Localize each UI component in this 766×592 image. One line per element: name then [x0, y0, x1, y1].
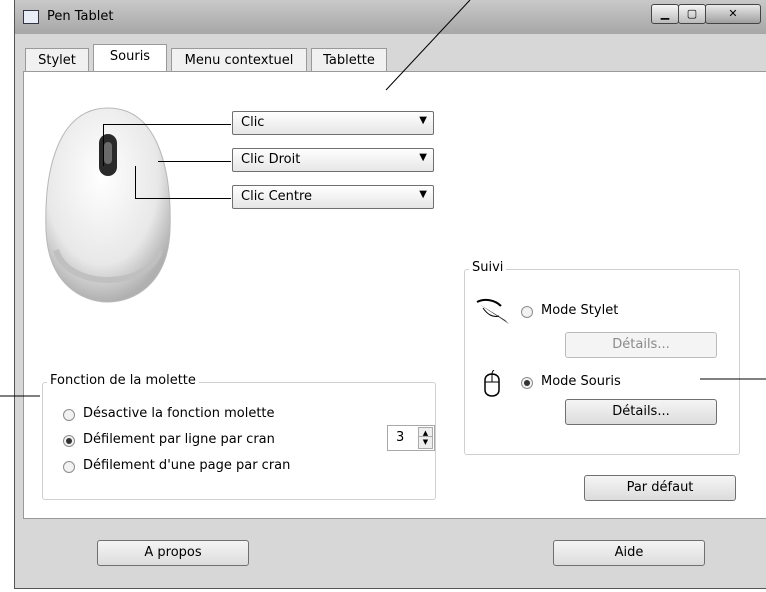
label-mouse-mode: Mode Souris [541, 374, 621, 389]
souris-tab-panel: Clic ▼ Clic Droit ▼ Clic Centre ▼ Fonction … [23, 71, 766, 519]
app-icon [23, 10, 39, 24]
about-button[interactable]: A propos [97, 540, 249, 566]
center-button-dropdown[interactable]: Clic Centre ▼ [232, 185, 434, 209]
default-button[interactable]: Par défaut [584, 475, 736, 501]
close-icon[interactable]: ✕ [705, 4, 761, 24]
chevron-down-icon: ▼ [419, 115, 427, 126]
mouse-illustration [45, 107, 171, 303]
chevron-down-icon: ▼ [419, 189, 427, 200]
pen-details-button[interactable]: Détails... [565, 332, 717, 358]
title-bar: Pen Tablet ▁ ▢ ✕ [15, 0, 766, 34]
tracking-group: Suivi Mode Stylet Détails... Mode Souris… [464, 260, 740, 455]
radio-line-scroll[interactable] [63, 435, 75, 447]
tab-souris[interactable]: Souris [93, 44, 167, 72]
label-page-scroll: Défilement d'une page par cran [83, 458, 291, 473]
label-disable-wheel: Désactive la fonction molette [83, 406, 275, 421]
minimize-icon[interactable]: ▁ [651, 4, 679, 24]
radio-disable-wheel[interactable] [63, 409, 75, 421]
label-pen-mode: Mode Stylet [541, 303, 619, 318]
lines-per-notch-value[interactable]: 3 [396, 430, 404, 445]
pen-tablet-window: Pen Tablet ▁ ▢ ✕ Stylet Souris Menu cont… [14, 0, 766, 589]
help-button[interactable]: Aide [553, 540, 705, 566]
pen-icon [476, 298, 509, 324]
wheel-function-group: Fonction de la molette Désactive la fonc… [42, 373, 436, 500]
label-line-scroll: Défilement par ligne par cran [83, 432, 275, 447]
connector-left-v [103, 124, 104, 166]
tab-tablette[interactable]: Tablette [311, 48, 387, 72]
radio-pen-mode[interactable] [521, 306, 533, 318]
tracking-legend: Suivi [469, 260, 507, 275]
connector-center-v [135, 166, 136, 199]
connector-left [103, 124, 231, 125]
wheel-function-legend: Fonction de la molette [47, 373, 199, 388]
left-button-dropdown[interactable]: Clic ▼ [232, 111, 434, 135]
chevron-down-icon: ▼ [419, 152, 427, 163]
mouse-details-button[interactable]: Détails... [565, 399, 717, 425]
right-button-dropdown[interactable]: Clic Droit ▼ [232, 148, 434, 172]
connector-center [135, 198, 231, 199]
lines-per-notch-spinner[interactable]: 3 ▲ ▼ [387, 425, 435, 451]
radio-page-scroll[interactable] [63, 461, 75, 473]
spin-down-icon[interactable]: ▼ [418, 436, 433, 449]
maximize-icon[interactable]: ▢ [678, 4, 706, 24]
window-title: Pen Tablet [47, 9, 114, 24]
radio-mouse-mode[interactable] [521, 377, 533, 389]
mouse-icon [484, 370, 500, 397]
tab-menu-contextuel[interactable]: Menu contextuel [171, 48, 307, 72]
tab-stylet[interactable]: Stylet [25, 48, 89, 72]
connector-right [158, 161, 231, 162]
